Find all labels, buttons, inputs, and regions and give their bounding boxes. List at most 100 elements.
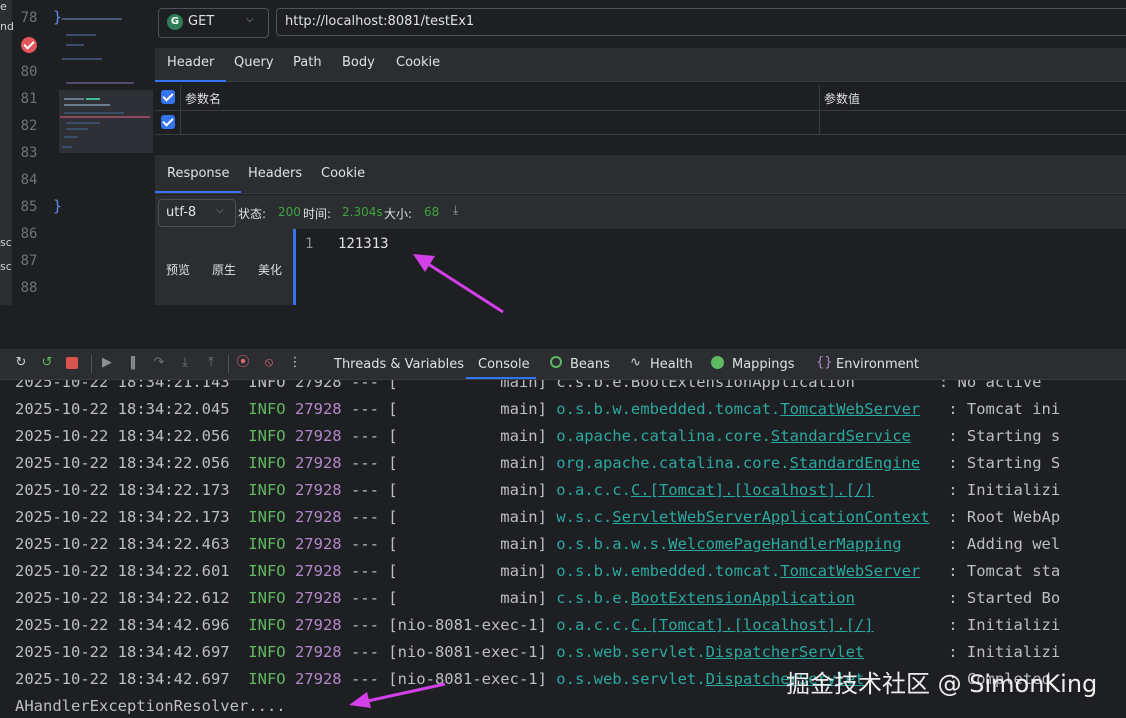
tab-response-cookie[interactable]: Cookie bbox=[321, 166, 365, 181]
param-enabled-checkbox[interactable] bbox=[161, 115, 175, 129]
tab-response-headers[interactable]: Headers bbox=[248, 166, 302, 181]
console-line: 2025-10-22 18:34:42.697 INFO 27928 --- [… bbox=[15, 643, 1060, 661]
restart-icon[interactable]: ↺ bbox=[40, 356, 54, 370]
log-message: : Adding wel bbox=[901, 535, 1061, 553]
log-message: : Starting S bbox=[920, 454, 1061, 472]
log-thread: --- [ main] bbox=[341, 481, 557, 499]
log-class-link[interactable]: DispatcherServlet bbox=[706, 643, 865, 661]
log-pid: 27928 bbox=[294, 670, 342, 688]
log-thread: --- [ main] bbox=[341, 454, 557, 472]
log-logger: o.s.web.servlet. bbox=[556, 670, 706, 688]
log-class-link[interactable]: TomcatWebServer bbox=[780, 400, 920, 418]
log-pid: 27928 bbox=[294, 589, 342, 607]
tab-body[interactable]: Body bbox=[342, 55, 375, 70]
breakpoint-icon[interactable] bbox=[21, 37, 37, 53]
log-level: INFO bbox=[248, 481, 295, 499]
tab-header[interactable]: Header bbox=[154, 55, 227, 82]
params-header-row: 参数名 参数值 bbox=[155, 86, 1126, 111]
log-class-link[interactable]: StandardService bbox=[771, 427, 911, 445]
line-number: 88 bbox=[20, 280, 38, 296]
log-logger: o.s.b.w.embedded.tomcat. bbox=[556, 562, 781, 580]
log-message: : Tomcat sta bbox=[920, 562, 1061, 580]
tab-path[interactable]: Path bbox=[293, 55, 322, 70]
step-over-icon[interactable]: ↷ bbox=[152, 356, 166, 370]
log-logger: o.s.web.servlet. bbox=[556, 643, 706, 661]
log-pid: 27928 bbox=[294, 535, 342, 553]
log-pid: 27928 bbox=[294, 454, 342, 472]
request-tab-bar: Header Query Path Body Cookie bbox=[154, 48, 1126, 82]
environment-icon: {} bbox=[816, 355, 833, 370]
log-message: : Root WebAp bbox=[929, 508, 1061, 526]
response-editor[interactable] bbox=[293, 229, 1126, 305]
log-class-link[interactable]: ServletWebServerApplicationContext bbox=[612, 508, 929, 526]
log-class-link[interactable]: C.[Tomcat].[localhost].[/] bbox=[631, 616, 874, 634]
log-timestamp: 2025-10-22 18:34:42.697 bbox=[15, 643, 249, 661]
log-logger: o.apache.catalina.core. bbox=[556, 427, 771, 445]
log-timestamp: 2025-10-22 18:34:22.056 bbox=[15, 454, 249, 472]
tab-response[interactable]: Response bbox=[154, 166, 242, 193]
rerun-icon[interactable]: ↻ bbox=[14, 356, 28, 370]
tab-threads-variables[interactable]: Threads & Variables bbox=[334, 357, 464, 372]
line-number: 81 bbox=[20, 91, 38, 107]
tab-health[interactable]: Health bbox=[650, 357, 693, 372]
tab-cookie[interactable]: Cookie bbox=[396, 55, 440, 70]
log-class-link[interactable]: TomcatWebServer bbox=[780, 562, 920, 580]
log-timestamp: 2025-10-22 18:34:42.696 bbox=[15, 616, 249, 634]
console-line: 2025-10-22 18:34:22.612 INFO 27928 --- [… bbox=[15, 589, 1060, 607]
log-logger: org.apache.catalina.core. bbox=[556, 454, 790, 472]
log-timestamp: 2025-10-22 18:34:22.173 bbox=[15, 508, 249, 526]
line-number: 86 bbox=[20, 226, 38, 242]
log-level: INFO bbox=[248, 535, 295, 553]
beans-icon bbox=[550, 356, 562, 368]
log-thread: --- [ main] bbox=[341, 400, 557, 418]
view-breakpoints-icon[interactable]: ⦿ bbox=[236, 356, 250, 370]
download-icon[interactable]: ⤓ bbox=[453, 203, 465, 217]
log-pid: 27928 bbox=[294, 400, 342, 418]
log-level: INFO bbox=[248, 589, 295, 607]
view-tab-pretty[interactable]: 美化 bbox=[258, 261, 282, 278]
mute-breakpoints-icon[interactable]: ⦸ bbox=[262, 356, 276, 370]
health-icon: ∿ bbox=[630, 355, 641, 370]
minimap[interactable] bbox=[56, 0, 154, 305]
log-level: INFO bbox=[248, 562, 295, 580]
log-level: INFO bbox=[248, 454, 295, 472]
console-line: 2025-10-22 18:34:22.056 INFO 27928 --- [… bbox=[15, 454, 1060, 472]
more-options-icon[interactable]: ⋮ bbox=[288, 356, 302, 370]
console-line: 2025-10-22 18:34:22.045 INFO 27928 --- [… bbox=[15, 400, 1060, 418]
select-all-checkbox[interactable] bbox=[161, 90, 175, 104]
step-into-icon[interactable]: ⤓ bbox=[178, 356, 192, 370]
log-level: INFO bbox=[248, 670, 295, 688]
time-label: 时间: bbox=[303, 207, 332, 221]
tab-query[interactable]: Query bbox=[234, 55, 274, 70]
tab-mappings[interactable]: Mappings bbox=[732, 357, 795, 372]
log-timestamp: 2025-10-22 18:34:22.045 bbox=[15, 400, 249, 418]
view-tab-preview[interactable]: 预览 bbox=[166, 261, 190, 278]
response-line-number: 1 bbox=[305, 236, 314, 252]
resume-icon[interactable]: ▶ bbox=[100, 356, 114, 370]
log-class-link[interactable]: C.[Tomcat].[localhost].[/] bbox=[631, 481, 874, 499]
params-row bbox=[155, 110, 1126, 135]
mappings-icon bbox=[711, 356, 724, 369]
log-class-link[interactable]: WelcomePageHandlerMapping bbox=[668, 535, 901, 553]
method-label: GET bbox=[188, 14, 215, 29]
stop-icon[interactable] bbox=[66, 357, 78, 369]
log-class-link[interactable]: BootExtensionApplication bbox=[631, 589, 855, 607]
tab-environment[interactable]: Environment bbox=[836, 357, 919, 372]
line-number: 87 bbox=[20, 253, 38, 269]
view-tab-raw[interactable]: 原生 bbox=[212, 261, 236, 278]
tab-console[interactable]: Console bbox=[478, 357, 530, 372]
log-class-link[interactable]: StandardEngine bbox=[790, 454, 921, 472]
console-line: 2025-10-22 18:34:22.173 INFO 27928 --- [… bbox=[15, 481, 1060, 499]
log-pid: 27928 bbox=[294, 427, 342, 445]
log-timestamp: 2025-10-22 18:34:22.612 bbox=[15, 589, 249, 607]
log-message: : Starting s bbox=[910, 427, 1061, 445]
log-logger: w.s.c. bbox=[556, 508, 613, 526]
console-line: 2025-10-22 18:34:22.056 INFO 27928 --- [… bbox=[15, 427, 1060, 445]
url-input[interactable]: http://localhost:8081/testEx1 bbox=[276, 8, 1126, 36]
pause-icon[interactable]: ‖ bbox=[126, 356, 140, 370]
tab-beans[interactable]: Beans bbox=[570, 357, 610, 372]
line-number: 85 bbox=[20, 199, 38, 215]
log-logger: c.s.b.e. bbox=[556, 589, 631, 607]
step-out-icon[interactable]: ⤒ bbox=[204, 356, 218, 370]
log-timestamp: 2025-10-22 18:34:42.697 bbox=[15, 670, 249, 688]
